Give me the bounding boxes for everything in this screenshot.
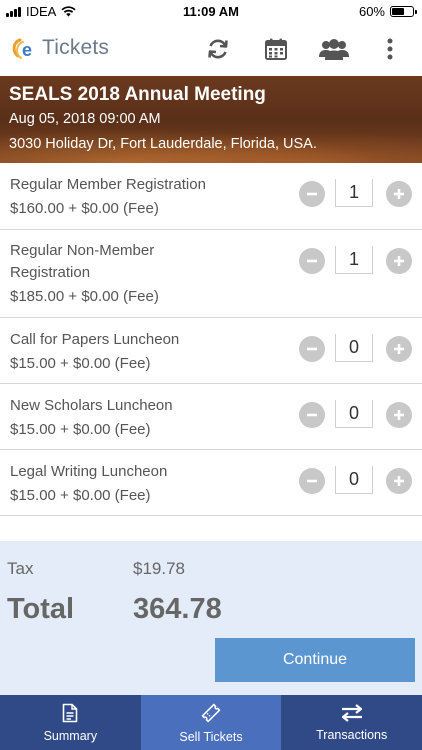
- totals-panel: Tax $19.78 Total 364.78 Continue: [0, 541, 422, 695]
- continue-button[interactable]: Continue: [215, 638, 415, 682]
- decrement-button[interactable]: [299, 402, 325, 428]
- ticket-icon: [201, 703, 221, 722]
- plus-icon: [394, 189, 404, 199]
- status-bar: IDEA 11:09 AM 60%: [0, 0, 422, 22]
- ticket-price: $160.00 + $0.00 (Fee): [10, 200, 159, 217]
- calendar-icon[interactable]: [259, 32, 293, 66]
- refresh-icon[interactable]: [201, 32, 235, 66]
- svg-text:e: e: [22, 40, 32, 60]
- minus-icon: [307, 259, 317, 263]
- quantity-input[interactable]: 1: [335, 246, 373, 274]
- battery-icon: [390, 6, 417, 17]
- swap-arrows-icon: [341, 703, 362, 722]
- ticket-price: $15.00 + $0.00 (Fee): [10, 355, 151, 372]
- tab-summary[interactable]: Summary: [0, 695, 141, 750]
- more-vertical-icon[interactable]: [373, 32, 407, 66]
- ticket-name: New Scholars Luncheon: [10, 397, 173, 414]
- increment-button[interactable]: [386, 336, 412, 362]
- logo-text: Tickets: [42, 36, 110, 59]
- total-value: 364.78: [133, 593, 222, 625]
- event-banner: SEALS 2018 Annual Meeting Aug 05, 2018 0…: [0, 76, 422, 163]
- quantity-input[interactable]: 0: [335, 466, 373, 494]
- event-address: 3030 Holiday Dr, Fort Lauderdale, Florid…: [9, 136, 317, 152]
- event-datetime: Aug 05, 2018 09:00 AM: [9, 111, 161, 127]
- decrement-button[interactable]: [299, 336, 325, 362]
- bottom-tab-bar: Summary Sell Tickets Transactions: [0, 695, 422, 750]
- ticket-price: $15.00 + $0.00 (Fee): [10, 487, 151, 504]
- quantity-input[interactable]: 1: [335, 179, 373, 207]
- tab-label: Transactions: [316, 727, 388, 742]
- status-right: 60%: [358, 4, 417, 19]
- ticket-row: Legal Writing Luncheon $15.00 + $0.00 (F…: [0, 450, 422, 516]
- decrement-button[interactable]: [299, 181, 325, 207]
- quantity-stepper: 1: [299, 244, 412, 278]
- total-label: Total: [7, 593, 75, 625]
- tab-label: Summary: [43, 728, 98, 743]
- app-header: e Tickets: [0, 22, 422, 76]
- logo-mark-icon: e: [12, 38, 32, 60]
- battery-percent: 60%: [358, 4, 385, 19]
- ticket-row: New Scholars Luncheon $15.00 + $0.00 (Fe…: [0, 384, 422, 450]
- minus-icon: [307, 479, 317, 483]
- plus-icon: [394, 344, 404, 354]
- quantity-input[interactable]: 0: [335, 400, 373, 428]
- ticket-name: Call for Papers Luncheon: [10, 331, 180, 348]
- ticket-row: Regular Member Registration $160.00 + $0…: [0, 163, 422, 230]
- ticket-row: Regular Non-Member Registration $185.00 …: [0, 230, 422, 318]
- quantity-stepper: 0: [299, 464, 412, 498]
- ticket-name: Legal Writing Luncheon: [10, 463, 168, 480]
- ticket-price: $185.00 + $0.00 (Fee): [10, 288, 159, 305]
- tab-label: Sell Tickets: [179, 729, 243, 744]
- increment-button[interactable]: [386, 402, 412, 428]
- tax-label: Tax: [7, 559, 34, 578]
- increment-button[interactable]: [386, 248, 412, 274]
- event-title: SEALS 2018 Annual Meeting: [9, 84, 266, 105]
- plus-icon: [394, 410, 404, 420]
- minus-icon: [307, 192, 317, 196]
- minus-icon: [307, 347, 317, 351]
- decrement-button[interactable]: [299, 248, 325, 274]
- increment-button[interactable]: [386, 468, 412, 494]
- tax-value: $19.78: [133, 559, 185, 578]
- minus-icon: [307, 413, 317, 417]
- group-icon[interactable]: [317, 32, 351, 66]
- quantity-stepper: 0: [299, 332, 412, 366]
- ticket-name: Regular Non-Member Registration: [10, 242, 155, 281]
- decrement-button[interactable]: [299, 468, 325, 494]
- ticket-name: Regular Member Registration: [10, 176, 206, 193]
- battery-fill: [392, 8, 404, 15]
- quantity-stepper: 0: [299, 398, 412, 432]
- tab-transactions[interactable]: Transactions: [281, 695, 422, 750]
- plus-icon: [394, 476, 404, 486]
- plus-icon: [394, 256, 404, 266]
- document-icon: [63, 703, 78, 722]
- ticket-row: Call for Papers Luncheon $15.00 + $0.00 …: [0, 318, 422, 384]
- tab-sell-tickets[interactable]: Sell Tickets: [140, 695, 282, 750]
- ticket-price: $15.00 + $0.00 (Fee): [10, 421, 151, 438]
- quantity-input[interactable]: 0: [335, 334, 373, 362]
- app-logo: e Tickets: [10, 34, 109, 62]
- quantity-stepper: 1: [299, 177, 412, 211]
- increment-button[interactable]: [386, 181, 412, 207]
